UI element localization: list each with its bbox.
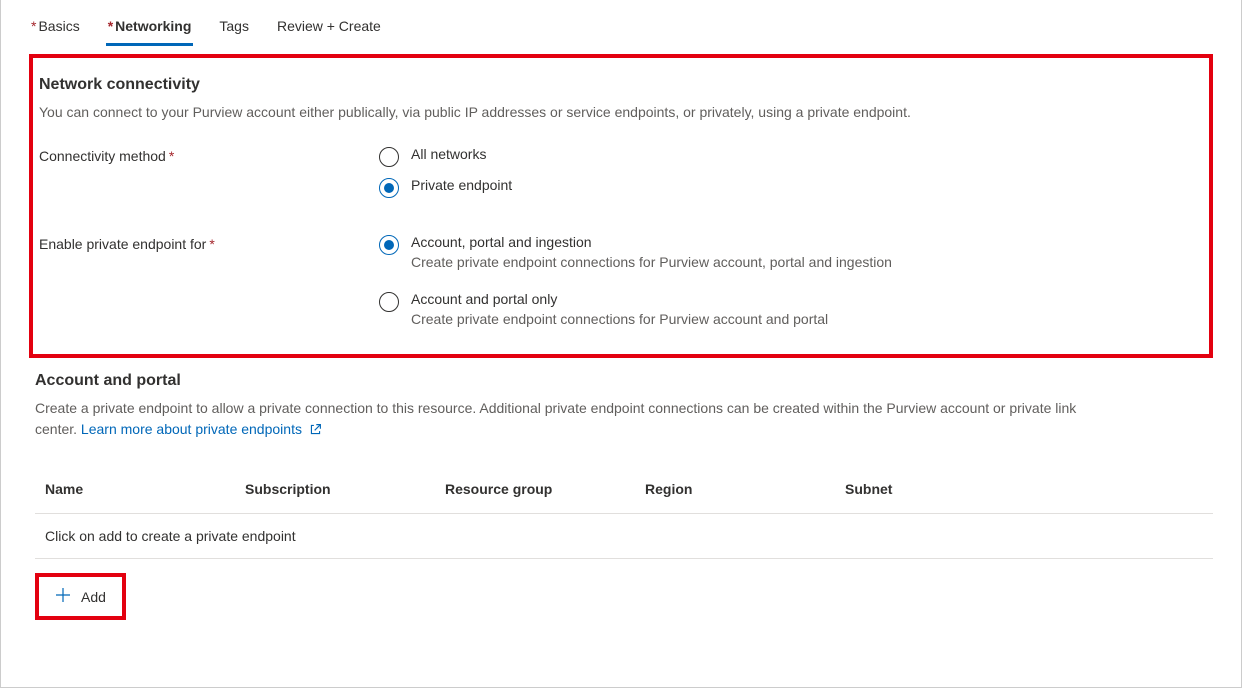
radio-account-portal-ingestion-label: Account, portal and ingestion bbox=[411, 234, 892, 250]
tab-basics[interactable]: Basics bbox=[29, 12, 82, 46]
radio-account-portal-ingestion-sub: Create private endpoint connections for … bbox=[411, 252, 892, 273]
learn-more-link[interactable]: Learn more about private endpoints bbox=[81, 421, 322, 437]
radio-icon bbox=[379, 147, 399, 167]
account-portal-desc: Create a private endpoint to allow a pri… bbox=[35, 398, 1085, 443]
tab-networking[interactable]: Networking bbox=[106, 12, 194, 46]
tab-tags[interactable]: Tags bbox=[217, 12, 251, 46]
account-portal-title: Account and portal bbox=[35, 372, 1213, 390]
radio-icon bbox=[379, 292, 399, 312]
endpoints-table-header: Name Subscription Resource group Region … bbox=[35, 465, 1213, 514]
enable-private-endpoint-label: Enable private endpoint for* bbox=[39, 234, 379, 252]
radio-icon bbox=[379, 235, 399, 255]
radio-all-networks[interactable]: All networks bbox=[379, 146, 1187, 167]
col-subnet: Subnet bbox=[845, 481, 1045, 497]
radio-private-endpoint-label: Private endpoint bbox=[411, 177, 512, 193]
radio-icon bbox=[379, 178, 399, 198]
radio-all-networks-label: All networks bbox=[411, 146, 486, 162]
radio-private-endpoint[interactable]: Private endpoint bbox=[379, 177, 1187, 198]
tab-networking-label: Networking bbox=[115, 18, 191, 34]
col-name: Name bbox=[45, 481, 245, 497]
external-link-icon bbox=[309, 421, 322, 443]
add-button[interactable]: Add bbox=[49, 583, 112, 610]
col-resource-group: Resource group bbox=[445, 481, 645, 497]
tab-review-label: Review + Create bbox=[277, 18, 381, 34]
radio-account-portal-only-label: Account and portal only bbox=[411, 291, 828, 307]
endpoints-empty-row: Click on add to create a private endpoin… bbox=[35, 514, 1213, 559]
network-connectivity-desc: You can connect to your Purview account … bbox=[39, 102, 979, 124]
radio-account-portal-ingestion[interactable]: Account, portal and ingestion Create pri… bbox=[379, 234, 1187, 273]
network-connectivity-section: Network connectivity You can connect to … bbox=[29, 54, 1213, 358]
tab-review-create[interactable]: Review + Create bbox=[275, 12, 383, 46]
connectivity-method-label: Connectivity method* bbox=[39, 146, 379, 164]
radio-account-portal-only[interactable]: Account and portal only Create private e… bbox=[379, 291, 1187, 330]
add-button-label: Add bbox=[81, 589, 106, 605]
network-connectivity-title: Network connectivity bbox=[39, 76, 1187, 94]
col-region: Region bbox=[645, 481, 845, 497]
add-button-highlight: Add bbox=[35, 573, 126, 620]
plus-icon bbox=[55, 587, 71, 606]
col-subscription: Subscription bbox=[245, 481, 445, 497]
required-marker: * bbox=[169, 148, 174, 164]
required-marker: * bbox=[209, 236, 214, 252]
radio-account-portal-only-sub: Create private endpoint connections for … bbox=[411, 309, 828, 330]
tab-tags-label: Tags bbox=[219, 18, 249, 34]
tab-basics-label: Basics bbox=[38, 18, 79, 34]
